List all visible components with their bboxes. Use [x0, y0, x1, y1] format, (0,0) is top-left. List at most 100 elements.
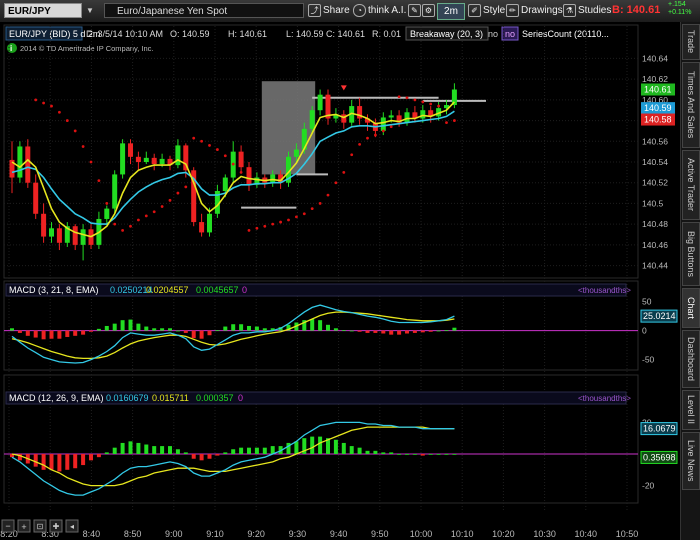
aggregation-button[interactable]: 2m: [437, 3, 465, 20]
price-change: +.154 +0.11%: [668, 1, 691, 17]
macd-slow-hist-bar: [49, 454, 54, 470]
candle-body: [33, 182, 39, 214]
macd-slow-hist-bar: [144, 444, 149, 454]
pencil-icon: ✏: [506, 3, 519, 17]
macd-slow-hist-bar: [310, 436, 315, 454]
candle-body: [420, 110, 426, 119]
think-ai-button[interactable]: ◔ think A.I.: [353, 3, 406, 18]
candle-body: [80, 229, 86, 245]
candle-body: [72, 226, 78, 245]
macd-slow-hist-bar: [262, 447, 267, 454]
psar-dot: [105, 202, 109, 205]
psar-dot: [358, 142, 361, 146]
psar-dot: [342, 170, 346, 174]
psar-dot: [65, 119, 69, 122]
macd-fast-hist-bar: [389, 330, 394, 335]
tab-live-news[interactable]: Live News: [682, 432, 700, 490]
y-tick-label: 140.44: [642, 261, 668, 271]
macd-fast-hist-bar: [254, 326, 259, 331]
style-button[interactable]: ✐ Style: [468, 3, 505, 18]
macd-slow-diff: 0.000357: [196, 393, 234, 403]
psar-dot: [216, 148, 219, 151]
chevron-down-icon[interactable]: ▼: [86, 4, 98, 17]
macd-slow-hist-bar: [373, 450, 378, 454]
tab-dashboard[interactable]: Dashboard: [682, 330, 700, 388]
drawings-button[interactable]: ✏ Drawings: [506, 3, 563, 18]
macd-fast-hist-bar: [183, 330, 188, 333]
tab-big-buttons[interactable]: Big Buttons: [682, 222, 700, 286]
psar-dot: [121, 228, 124, 232]
macd-fast-hist-bar: [112, 323, 117, 331]
macd-fast-hist-bar: [160, 328, 165, 331]
psar-dot: [374, 133, 377, 137]
price-label: 140.59: [644, 103, 672, 113]
macd-fast-units: <thousandths>: [578, 286, 631, 295]
studies-button[interactable]: ⚗ Studies: [563, 3, 611, 18]
series-count-label[interactable]: SeriesCount (20110...: [522, 29, 609, 39]
tab-level-ii[interactable]: Level II: [682, 390, 700, 430]
link-button[interactable]: ✎: [408, 3, 423, 18]
share-button[interactable]: ⤴ Share: [308, 3, 350, 18]
tab-active-trader[interactable]: Active Trader: [682, 150, 700, 220]
bid-price: B: 140.61: [612, 4, 661, 16]
macd-slow-title[interactable]: MACD (12, 26, 9, EMA): [9, 393, 104, 403]
y-tick-label: 140.5: [642, 198, 664, 208]
change-points: +.154: [668, 1, 686, 8]
macd-fast-hist-bar: [349, 330, 354, 332]
macd-fast-avg: 0.0204557: [146, 285, 189, 295]
macd-fast-title[interactable]: MACD (3, 21, 8, EMA): [9, 285, 99, 295]
macd-fast-hist-bar: [215, 330, 220, 331]
macd-fast-hist-bar: [33, 330, 38, 338]
psar-dot: [271, 222, 275, 226]
tab-times-and-sales[interactable]: Times And Sales: [682, 62, 700, 148]
macd-fast-hist-bar: [428, 330, 433, 332]
macd-slow-hist-bar: [41, 454, 46, 470]
header-date: D: 3/5/14 10:10 AM: [86, 29, 163, 39]
chart-area[interactable]: EUR/JPY (BID) 5 d 2m D: 3/5/14 10:10 AM …: [0, 22, 680, 540]
candle-body: [380, 117, 386, 131]
psar-dot: [200, 139, 204, 143]
macd-slow-avg: 0.015711: [152, 393, 189, 403]
macd-fast-hist-bar: [81, 330, 86, 335]
psar-dot: [176, 191, 180, 195]
y-tick-label: 140.56: [642, 136, 668, 146]
change-percent: +0.11%: [668, 9, 692, 16]
macd-slow-hist-bar: [207, 454, 212, 459]
right-sidebar: Trade Times And Sales Active Trader Big …: [680, 22, 700, 540]
tab-chart[interactable]: Chart: [682, 288, 700, 328]
psar-dot: [168, 198, 172, 202]
zoom-fit-icon: ⊡: [37, 522, 44, 531]
macd-fast-hist-bar: [310, 319, 315, 331]
psar-dot: [421, 100, 425, 104]
price-label: 140.58: [644, 115, 672, 125]
macd-slow-hist-bar: [81, 454, 86, 466]
symbol-input[interactable]: EUR/JPY: [4, 3, 82, 18]
psar-dot: [192, 136, 196, 140]
psar-dot: [381, 129, 385, 133]
macd-slow-hist-bar: [341, 442, 346, 454]
y-tick-label: 140.64: [642, 53, 668, 63]
tab-trade[interactable]: Trade: [682, 24, 700, 60]
x-tick-label: 9:20: [247, 529, 265, 539]
candle-body: [317, 94, 323, 111]
macd-slow-value: 0.0160679: [106, 393, 149, 403]
x-tick-label: 9:50: [371, 529, 389, 539]
x-tick-label: 10:40: [575, 529, 598, 539]
settings-button[interactable]: ⚙: [422, 3, 437, 18]
macd-fast-hist-bar: [144, 326, 149, 331]
minus-icon: −: [5, 521, 10, 531]
macd-slow-hist-bar: [96, 454, 101, 458]
macd-slow-hist-bar: [183, 452, 188, 454]
breakaway-study-label[interactable]: Breakaway (20, 3): [410, 29, 483, 39]
psar-dot: [144, 214, 148, 218]
x-tick-label: 10:30: [533, 529, 556, 539]
macd-fast-hist-bar: [341, 330, 346, 331]
macd-slow-hist-bar: [128, 441, 133, 454]
y-tick-label: 140.52: [642, 178, 668, 188]
psar-dot: [223, 154, 227, 158]
macd-fast-hist-bar: [207, 330, 212, 336]
crosshair-icon: ✚: [53, 522, 60, 531]
psar-dot: [129, 224, 132, 228]
flask-icon: ⚗: [563, 3, 576, 17]
psar-dot: [113, 222, 117, 226]
